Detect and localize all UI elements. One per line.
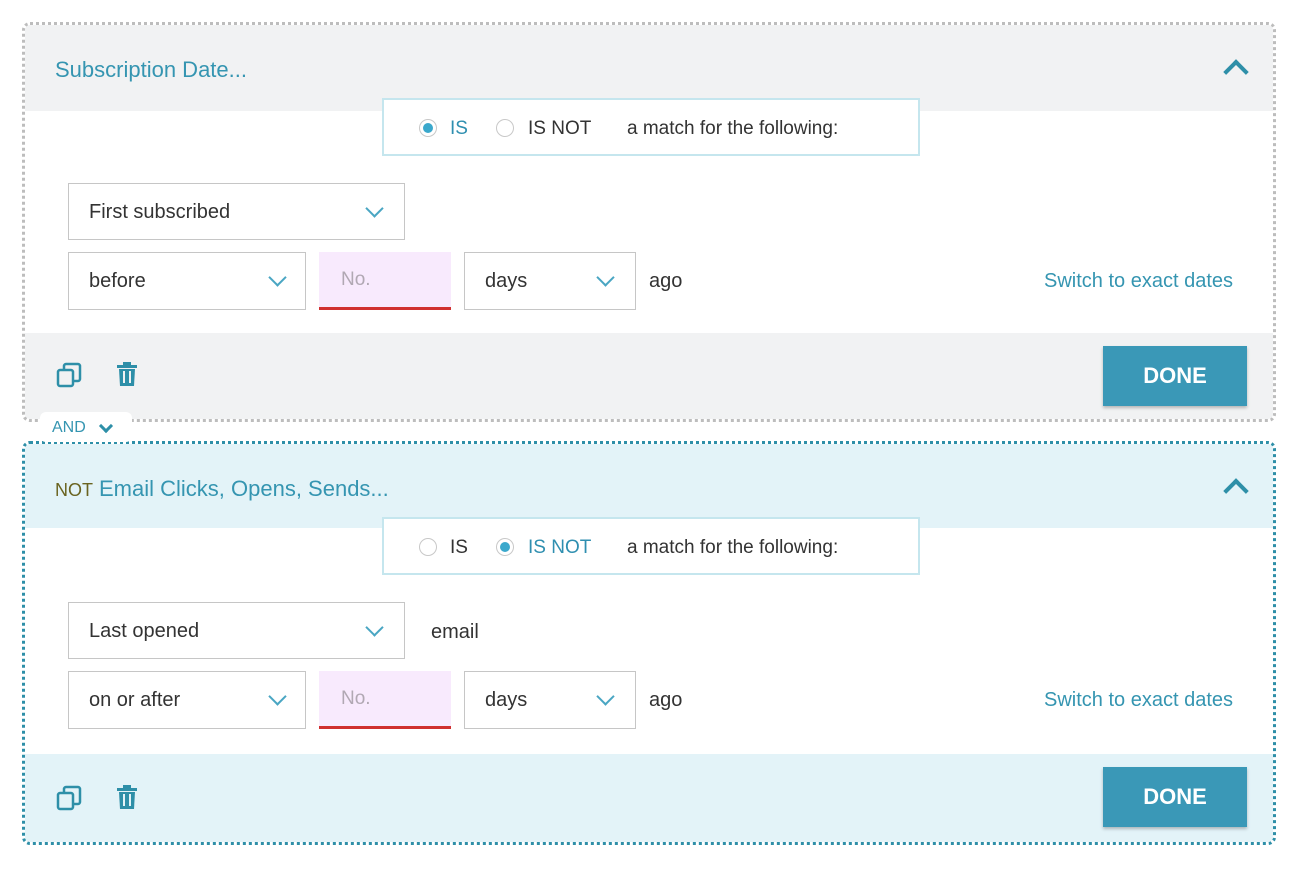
switch-to-exact-dates-link[interactable]: Switch to exact dates xyxy=(1044,689,1233,712)
match-suffix-text: a match for the following: xyxy=(627,118,839,139)
radio-is-not[interactable] xyxy=(496,119,514,137)
chevron-down-icon xyxy=(365,199,384,218)
field-suffix-text: email xyxy=(431,621,479,643)
done-button[interactable]: DONE xyxy=(1103,346,1247,406)
chevron-down-icon xyxy=(268,268,287,287)
ago-text: ago xyxy=(649,270,683,292)
number-input[interactable]: No. xyxy=(319,671,451,729)
chevron-down-icon xyxy=(98,418,114,434)
and-connector-dropdown[interactable]: AND xyxy=(40,412,132,442)
condition-title: Email Clicks, Opens, Sends... xyxy=(99,476,389,501)
and-connector-label: AND xyxy=(52,419,86,436)
radio-is-not[interactable] xyxy=(496,538,514,556)
condition-card-subscription-date: Subscription Date... IS IS NOT a match f… xyxy=(22,22,1276,422)
number-input-placeholder: No. xyxy=(341,269,371,290)
collapse-chevron-up-icon[interactable] xyxy=(1223,59,1249,85)
radio-is-label[interactable]: IS xyxy=(450,537,468,559)
chevron-down-icon xyxy=(596,268,615,287)
match-suffix-text: a match for the following: xyxy=(627,537,839,558)
field-select-value: Last opened xyxy=(89,620,200,642)
radio-is[interactable] xyxy=(419,119,437,137)
chevron-down-icon xyxy=(268,687,287,706)
unit-select-value: days xyxy=(485,270,528,292)
operator-select-value: on or after xyxy=(89,689,181,711)
field-select[interactable]: First subscribed xyxy=(68,183,405,240)
done-button[interactable]: DONE xyxy=(1103,767,1247,827)
duplicate-icon[interactable] xyxy=(55,785,83,811)
chevron-down-icon xyxy=(596,687,615,706)
condition-footer: DONE xyxy=(25,333,1273,419)
trash-icon[interactable] xyxy=(115,361,139,387)
unit-select[interactable]: days xyxy=(464,671,636,729)
condition-title: Subscription Date... xyxy=(55,57,247,82)
operator-select[interactable]: on or after xyxy=(68,671,306,729)
match-selector: IS IS NOT a match for the following: xyxy=(382,517,920,575)
match-selector: IS IS NOT a match for the following: xyxy=(382,98,920,156)
condition-footer: DONE xyxy=(25,754,1273,842)
condition-card-email-activity: NOT Email Clicks, Opens, Sends... IS IS N… xyxy=(22,441,1276,845)
duplicate-icon[interactable] xyxy=(55,362,83,388)
ago-text: ago xyxy=(649,689,683,711)
radio-is-label[interactable]: IS xyxy=(450,118,468,140)
field-select[interactable]: Last opened xyxy=(68,602,405,659)
field-select-value: First subscribed xyxy=(89,201,231,223)
switch-to-exact-dates-link[interactable]: Switch to exact dates xyxy=(1044,270,1233,293)
unit-select-value: days xyxy=(485,689,528,711)
unit-select[interactable]: days xyxy=(464,252,636,310)
collapse-chevron-up-icon[interactable] xyxy=(1223,478,1249,504)
chevron-down-icon xyxy=(365,618,384,637)
number-input-placeholder: No. xyxy=(341,688,371,709)
condition-title-wrap: NOT Email Clicks, Opens, Sends... xyxy=(55,476,389,502)
condition-header[interactable]: NOT Email Clicks, Opens, Sends... xyxy=(25,444,1273,528)
not-badge: NOT xyxy=(55,480,93,500)
radio-is-not-label[interactable]: IS NOT xyxy=(528,118,591,140)
trash-icon[interactable] xyxy=(115,784,139,810)
operator-select-value: before xyxy=(89,270,146,292)
radio-is-not-label[interactable]: IS NOT xyxy=(528,537,591,559)
number-input[interactable]: No. xyxy=(319,252,451,310)
operator-select[interactable]: before xyxy=(68,252,306,310)
radio-is[interactable] xyxy=(419,538,437,556)
